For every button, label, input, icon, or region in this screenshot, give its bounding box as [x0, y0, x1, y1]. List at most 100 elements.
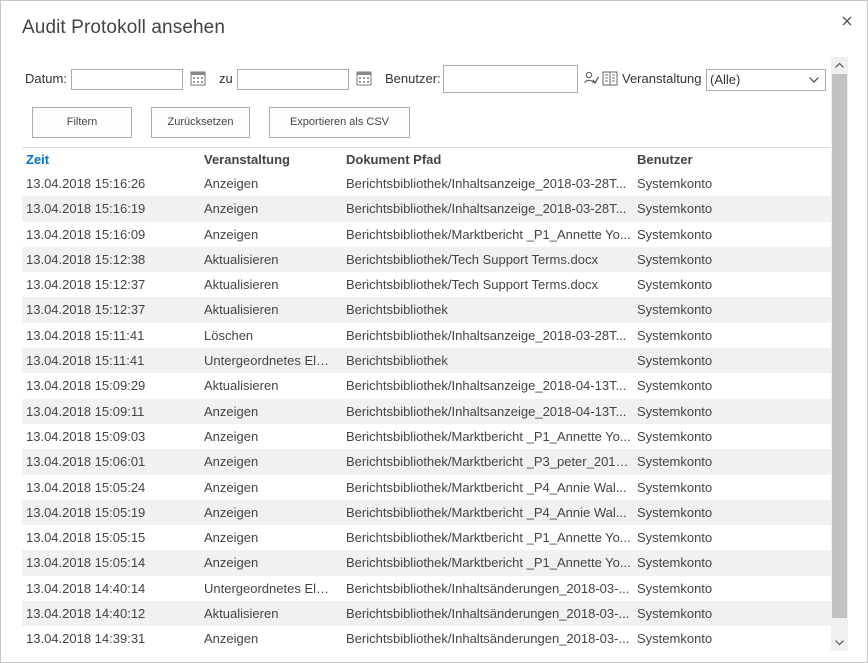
- cell-document-path[interactable]: Berichtsbibliothek/Inhaltsänderungen_201…: [346, 606, 631, 621]
- cell-document-path[interactable]: Berichtsbibliothek/Inhaltsanzeige_2018-0…: [346, 328, 631, 343]
- table-row[interactable]: 13.04.2018 15:09:29 Aktualisieren Berichts…: [22, 373, 831, 398]
- table-row[interactable]: 13.04.2018 15:05:24 Anzeigen Berichtsbibli…: [22, 475, 831, 500]
- table-row[interactable]: 13.04.2018 15:09:11 Anzeigen Berichtsbibli…: [22, 398, 831, 424]
- event-select[interactable]: (Alle): [706, 69, 826, 91]
- cell-event: Anzeigen: [204, 176, 259, 191]
- table-row[interactable]: 13.04.2018 15:06:01 Anzeigen Berichtsbibli…: [22, 449, 831, 475]
- date-to-input[interactable]: [237, 69, 349, 90]
- table-row[interactable]: 13.04.2018 14:40:14 Untergeordnetes Ele..…: [22, 576, 831, 601]
- cell-time: 13.04.2018 14:40:14: [26, 580, 146, 596]
- close-icon: [842, 16, 852, 26]
- cell-user: Systemkonto: [637, 327, 713, 343]
- cell-user: Systemkonto: [637, 226, 713, 242]
- cell-user: Systemkonto: [637, 504, 713, 520]
- close-button[interactable]: [839, 13, 855, 29]
- cell-event: Anzeigen: [204, 555, 259, 571]
- cell-document-path[interactable]: Berichtsbibliothek/Inhaltsanzeige_2018-0…: [346, 404, 631, 419]
- cell-event: Aktualisieren: [204, 277, 279, 293]
- cell-document-path[interactable]: Berichtsbibliothek/Marktbericht _P1_Anne…: [346, 555, 631, 570]
- audit-log-dialog: Audit Protokoll ansehen Datum: zu Benutz…: [0, 0, 868, 663]
- cell-user: Systemkonto: [637, 479, 713, 495]
- calendar-icon[interactable]: [190, 70, 206, 86]
- cell-document-path[interactable]: Berichtsbibliothek/Inhaltsanzeige_2018-0…: [346, 201, 631, 216]
- reset-button[interactable]: Zurücksetzen: [151, 107, 250, 138]
- cell-user: Systemkonto: [637, 606, 713, 622]
- cell-document-path[interactable]: Berichtsbibliothek/Marktbericht _P1_Anne…: [346, 227, 631, 242]
- address-book-icon[interactable]: [602, 71, 618, 86]
- cell-event: Aktualisieren: [204, 606, 279, 622]
- table-row[interactable]: 13.04.2018 15:16:26 Anzeigen Berichtsbibli…: [22, 171, 831, 196]
- scroll-up-button[interactable]: [831, 57, 848, 74]
- cell-time: 13.04.2018 14:40:12: [26, 606, 146, 622]
- export-csv-button[interactable]: Exportieren als CSV: [269, 107, 410, 138]
- filter-button[interactable]: Filtern: [32, 107, 132, 138]
- to-label: zu: [219, 71, 233, 86]
- cell-time: 13.04.2018 15:11:41: [26, 353, 145, 369]
- chevron-down-icon: [835, 640, 844, 646]
- cell-time: 13.04.2018 15:05:19: [26, 504, 146, 520]
- calendar-icon[interactable]: [356, 70, 372, 86]
- cell-event: Anzeigen: [204, 479, 259, 495]
- cell-event: Aktualisieren: [204, 378, 279, 394]
- cell-event: Anzeigen: [204, 631, 259, 647]
- table-row[interactable]: 13.04.2018 15:09:03 Anzeigen Berichtsbibli…: [22, 424, 831, 449]
- cell-document-path[interactable]: Berichtsbibliothek/Marktbericht _P4_Anni…: [346, 480, 631, 495]
- cell-document-path[interactable]: Berichtsbibliothek: [346, 302, 631, 317]
- chevron-down-icon: [809, 77, 819, 83]
- scroll-down-button[interactable]: [831, 634, 848, 651]
- date-from-input[interactable]: [71, 69, 183, 90]
- table-row[interactable]: 13.04.2018 15:12:37 Aktualisieren Berichts…: [22, 297, 831, 323]
- cell-document-path[interactable]: Berichtsbibliothek/Inhaltsänderungen_201…: [346, 581, 631, 596]
- table-row[interactable]: 13.04.2018 15:16:09 Anzeigen Berichtsbibli…: [22, 222, 831, 247]
- table-row[interactable]: 13.04.2018 15:11:41 Löschen Berichtsbiblio…: [22, 323, 831, 348]
- event-label: Veranstaltung: [622, 71, 702, 86]
- cell-document-path[interactable]: Berichtsbibliothek/Marktbericht _P1_Anne…: [346, 429, 631, 444]
- cell-event: Anzeigen: [204, 530, 259, 546]
- cell-event: Untergeordnetes Ele...: [204, 580, 334, 596]
- user-input[interactable]: [443, 65, 578, 93]
- cell-document-path[interactable]: Berichtsbibliothek/Marktbericht _P4_Anni…: [346, 505, 631, 520]
- cell-user: Systemkonto: [637, 378, 713, 394]
- cell-event: Aktualisieren: [204, 251, 279, 267]
- cell-user: Systemkonto: [637, 201, 713, 217]
- cell-user: Systemkonto: [637, 454, 713, 470]
- column-header-document-path[interactable]: Dokument Pfad: [346, 152, 631, 167]
- table-row[interactable]: 13.04.2018 14:39:31 Anzeigen Berichtsbibli…: [22, 626, 831, 651]
- cell-document-path[interactable]: Berichtsbibliothek: [346, 353, 631, 368]
- scrollbar-thumb[interactable]: [832, 74, 847, 618]
- cell-event: Aktualisieren: [204, 302, 279, 318]
- cell-document-path[interactable]: Berichtsbibliothek/Inhaltsänderungen_201…: [346, 631, 631, 646]
- table-body: 13.04.2018 15:16:26 Anzeigen Berichtsbibli…: [22, 171, 831, 652]
- cell-time: 13.04.2018 15:06:01: [26, 454, 146, 470]
- table-row[interactable]: 13.04.2018 15:12:38 Aktualisieren Berichts…: [22, 246, 831, 273]
- cell-user: Systemkonto: [637, 353, 713, 369]
- table-row[interactable]: 13.04.2018 14:40:12 Aktualisieren Berichts…: [22, 601, 831, 627]
- cell-document-path[interactable]: Berichtsbibliothek/Tech Support Terms.do…: [346, 277, 631, 292]
- vertical-scrollbar[interactable]: [831, 57, 848, 651]
- table-row[interactable]: 13.04.2018 15:12:37 Aktualisieren Berichts…: [22, 272, 831, 297]
- cell-time: 13.04.2018 15:11:41: [26, 327, 145, 343]
- table-row[interactable]: 13.04.2018 15:16:19 Anzeigen Berichtsbibli…: [22, 196, 831, 222]
- people-picker-icon[interactable]: [584, 71, 599, 86]
- cell-time: 13.04.2018 15:16:09: [26, 226, 146, 242]
- audit-table: Zeit Veranstaltung Dokument Pfad Benutze…: [22, 147, 831, 652]
- table-row[interactable]: 13.04.2018 15:05:19 Anzeigen Berichtsbibli…: [22, 499, 831, 526]
- table-row[interactable]: 13.04.2018 15:05:14 Anzeigen Berichtsbibli…: [22, 550, 831, 576]
- dialog-title: Audit Protokoll ansehen: [22, 17, 225, 38]
- column-header-user[interactable]: Benutzer: [637, 152, 787, 167]
- cell-document-path[interactable]: Berichtsbibliothek/Marktbericht _P3_pete…: [346, 454, 631, 469]
- cell-time: 13.04.2018 15:05:14: [26, 555, 146, 571]
- cell-user: Systemkonto: [637, 176, 713, 191]
- cell-document-path[interactable]: Berichtsbibliothek/Marktbericht _P1_Anne…: [346, 530, 631, 545]
- column-header-time[interactable]: Zeit: [26, 152, 196, 167]
- cell-time: 13.04.2018 15:05:24: [26, 479, 146, 495]
- cell-document-path[interactable]: Berichtsbibliothek/Inhaltsanzeige_2018-0…: [346, 378, 631, 393]
- column-header-event[interactable]: Veranstaltung: [204, 152, 334, 167]
- cell-document-path[interactable]: Berichtsbibliothek/Tech Support Terms.do…: [346, 252, 631, 267]
- cell-user: Systemkonto: [637, 631, 713, 647]
- cell-document-path[interactable]: Berichtsbibliothek/Inhaltsanzeige_2018-0…: [346, 176, 631, 191]
- cell-user: Systemkonto: [637, 403, 713, 419]
- table-row[interactable]: 13.04.2018 15:11:41 Untergeordnetes Ele..…: [22, 348, 831, 374]
- table-row[interactable]: 13.04.2018 15:05:15 Anzeigen Berichtsbibli…: [22, 525, 831, 550]
- cell-time: 13.04.2018 15:16:19: [26, 201, 146, 217]
